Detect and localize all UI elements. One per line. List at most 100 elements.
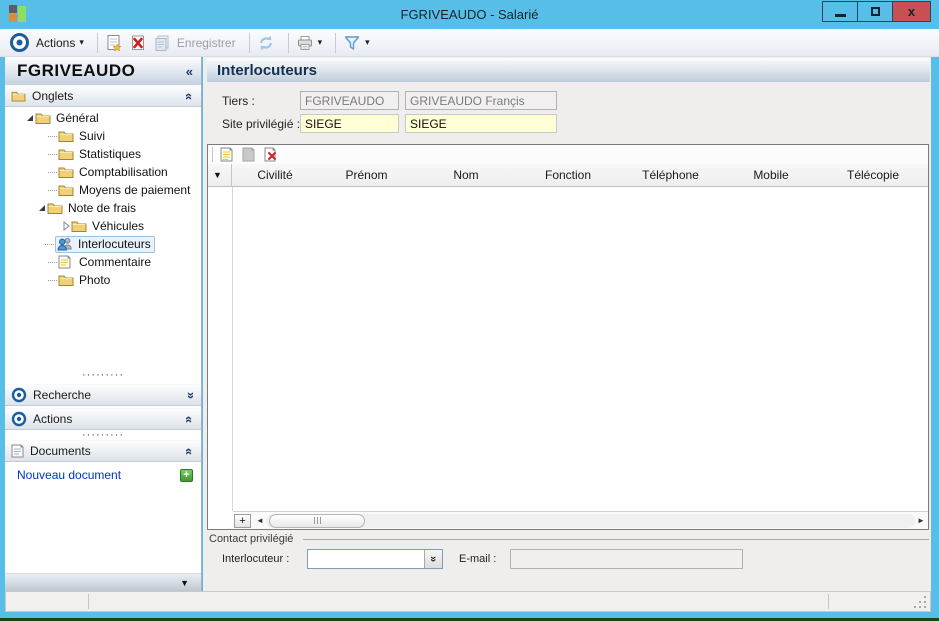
- expander-expanded-icon[interactable]: [24, 113, 35, 124]
- app-window: FGRIVEAUDO - Salarié x Actions ▾ Enregis…: [0, 0, 939, 621]
- column-header-telecopie[interactable]: Télécopie: [820, 164, 926, 186]
- grid-body-empty[interactable]: [208, 187, 928, 511]
- expander-collapsed-icon[interactable]: [60, 221, 71, 232]
- close-icon: x: [907, 4, 916, 19]
- toolbar-separator: [248, 32, 250, 53]
- refresh-icon: [257, 34, 275, 52]
- tree-item-general[interactable]: Général: [5, 109, 201, 127]
- chevron-down-icon: »: [427, 555, 440, 563]
- resize-grip[interactable]: [913, 595, 926, 608]
- column-header-nom[interactable]: Nom: [415, 164, 517, 186]
- toolbar-separator: [96, 32, 98, 53]
- site-code-field[interactable]: SIEGE: [300, 114, 399, 133]
- column-header-mobile[interactable]: Mobile: [722, 164, 820, 186]
- grid-toolbar-handle: [212, 147, 213, 162]
- record-fields: Tiers : FGRIVEAUDO GRIVEAUDO Françis Sit…: [207, 82, 930, 144]
- sidebar-bottom-bar[interactable]: ▼: [5, 573, 201, 591]
- tree-item-label: Moyens de paiement: [79, 183, 191, 197]
- row-marker-icon: ▼: [213, 170, 222, 180]
- column-header-prenom[interactable]: Prénom: [318, 164, 415, 186]
- site-privilegie-label: Site privilégié :: [222, 117, 301, 131]
- page-header: Interlocuteurs: [207, 58, 930, 82]
- section-actions-label: Actions: [33, 412, 73, 426]
- section-onglets[interactable]: Onglets «: [5, 85, 201, 107]
- tree-item-comptabilisation[interactable]: Comptabilisation: [5, 163, 201, 181]
- toolbar-separator: [335, 32, 337, 53]
- combobox-dropdown-button[interactable]: »: [424, 550, 442, 568]
- page-title: Interlocuteurs: [217, 61, 318, 79]
- expander-expanded-icon[interactable]: [36, 203, 47, 214]
- grid-copy-row-button[interactable]: [240, 147, 257, 163]
- column-header-civilite[interactable]: Civilité: [232, 164, 318, 186]
- sidebar-collapse-icon[interactable]: «: [186, 64, 193, 79]
- tree-item-statistiques[interactable]: Statistiques: [5, 145, 201, 163]
- column-header-fonction[interactable]: Fonction: [517, 164, 619, 186]
- scroll-left-icon[interactable]: ◄: [254, 516, 266, 525]
- actions-dropdown[interactable]: Actions ▾: [30, 36, 84, 50]
- minimize-button[interactable]: [822, 1, 858, 22]
- scrollbar-track[interactable]: [266, 513, 915, 528]
- interlocuteurs-grid: ▼ Civilité Prénom Nom Fonction Téléphone…: [207, 144, 929, 530]
- close-button[interactable]: x: [892, 1, 931, 22]
- folder-icon: [71, 219, 87, 233]
- section-documents-label: Documents: [30, 444, 91, 458]
- folder-icon: [47, 201, 63, 215]
- tree-item-label: Suivi: [79, 129, 106, 143]
- save-icon: [153, 34, 171, 52]
- group-border-line: [303, 539, 929, 540]
- interlocuteur-combobox[interactable]: »: [307, 549, 443, 569]
- maximize-button[interactable]: [857, 1, 893, 22]
- folder-icon: [11, 90, 26, 102]
- delete-button[interactable]: [129, 34, 147, 52]
- print-caret-icon: ▾: [317, 37, 323, 47]
- tree-item-vehicules[interactable]: Véhicules: [5, 217, 201, 235]
- window-title: FGRIVEAUDO - Salarié: [400, 7, 539, 22]
- site-name-field[interactable]: SIEGE: [405, 114, 557, 133]
- save-button[interactable]: Enregistrer: [153, 34, 236, 52]
- add-document-icon[interactable]: +: [180, 468, 193, 482]
- nouveau-document-link[interactable]: Nouveau document: [17, 468, 180, 482]
- document-icon: [11, 444, 24, 458]
- recherche-expand-icon: «: [181, 391, 197, 399]
- actions-caret-icon: ▾: [79, 37, 84, 47]
- note-icon: [58, 255, 74, 269]
- tree-connector: [48, 153, 57, 155]
- grid-toolbar: [208, 145, 928, 164]
- actions-dropdown-label: Actions: [36, 35, 76, 50]
- status-divider: [828, 594, 829, 609]
- section-recherche[interactable]: Recherche «: [5, 384, 201, 406]
- sidebar: FGRIVEAUDO « Onglets « Général Suivi Sta…: [5, 57, 202, 591]
- new-button[interactable]: [105, 34, 123, 52]
- tree-item-moyens-de-paiement[interactable]: Moyens de paiement: [5, 181, 201, 199]
- status-divider: [88, 594, 89, 609]
- selected-item-highlight[interactable]: Interlocuteurs: [55, 235, 155, 253]
- status-bar: [5, 591, 931, 612]
- refresh-button[interactable]: [257, 34, 275, 52]
- grid-delete-row-button[interactable]: [262, 147, 279, 163]
- section-documents[interactable]: Documents «: [5, 440, 201, 462]
- delete-row-icon: [264, 147, 276, 162]
- column-header-telephone[interactable]: Téléphone: [619, 164, 722, 186]
- email-label: E-mail :: [459, 553, 497, 565]
- tree-item-interlocuteurs-selected[interactable]: Interlocuteurs: [5, 235, 201, 253]
- print-button[interactable]: ▾: [296, 34, 323, 52]
- section-actions[interactable]: Actions «: [5, 408, 201, 430]
- title-bar: FGRIVEAUDO - Salarié x: [0, 0, 939, 29]
- tree-item-note-de-frais[interactable]: Note de frais: [5, 199, 201, 217]
- sidebar-title: FGRIVEAUDO: [17, 61, 136, 80]
- scrollbar-thumb[interactable]: [269, 513, 365, 528]
- scroll-right-icon[interactable]: ►: [915, 516, 927, 525]
- copy-row-icon-disabled: [242, 147, 255, 162]
- tree-item-photo[interactable]: Photo: [5, 271, 201, 289]
- minimize-icon: [834, 14, 846, 17]
- tree-item-suivi[interactable]: Suivi: [5, 127, 201, 145]
- folder-icon: [58, 147, 74, 161]
- grid-add-row-button[interactable]: [218, 147, 235, 163]
- row-selector-header[interactable]: ▼: [208, 164, 232, 186]
- filter-button[interactable]: ▾: [343, 34, 370, 52]
- grid-add-button[interactable]: +: [234, 513, 251, 528]
- group-label: Contact privilégié: [209, 533, 299, 545]
- tree-item-label: Statistiques: [79, 147, 142, 161]
- tree-item-label: Véhicules: [92, 219, 145, 233]
- tree-item-commentaire[interactable]: Commentaire: [5, 253, 201, 271]
